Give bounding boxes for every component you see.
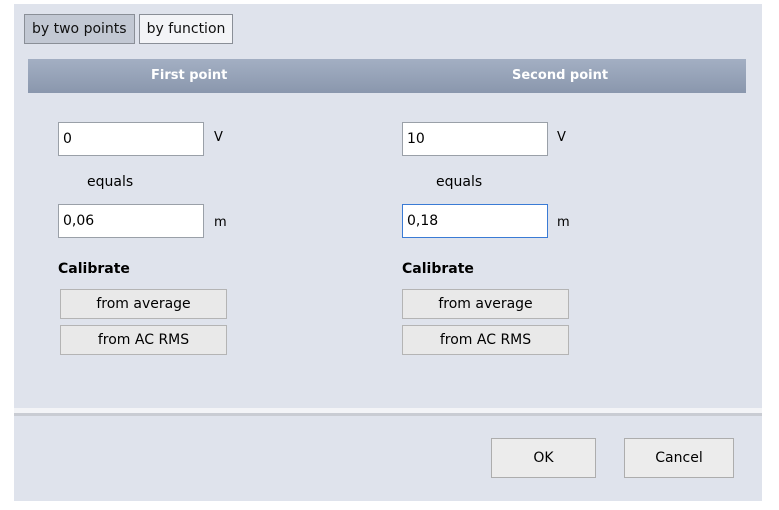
second-point-input-unit: V — [557, 130, 566, 145]
first-point-input-field[interactable] — [58, 122, 204, 156]
second-point-heading: Second point — [512, 68, 609, 83]
first-point-calibrate-label: Calibrate — [58, 261, 130, 277]
calibration-dialog: by two points by function First point Se… — [14, 4, 762, 501]
first-point-input-unit: V — [214, 130, 223, 145]
tab-by-function[interactable]: by function — [138, 14, 234, 44]
ok-button[interactable]: OK — [491, 438, 596, 478]
first-point-from-ac-rms-button[interactable]: from AC RMS — [60, 325, 227, 355]
cancel-button[interactable]: Cancel — [624, 438, 734, 478]
tab-bar: by two points by function — [24, 14, 234, 44]
footer-divider-shadow — [14, 413, 762, 416]
second-point-calibrate-label: Calibrate — [402, 261, 474, 277]
points-header: First point Second point — [28, 59, 746, 93]
first-point-equals-label: equals — [87, 174, 134, 190]
first-point-from-average-button[interactable]: from average — [60, 289, 227, 319]
first-point-output-field[interactable] — [58, 204, 204, 238]
first-point-output-unit: m — [214, 215, 227, 230]
second-point-output-unit: m — [557, 215, 570, 230]
second-point-equals-label: equals — [436, 174, 483, 190]
first-point-heading: First point — [151, 68, 228, 83]
second-point-input-field[interactable] — [402, 122, 548, 156]
second-point-from-average-button[interactable]: from average — [402, 289, 569, 319]
second-point-from-ac-rms-button[interactable]: from AC RMS — [402, 325, 569, 355]
tab-by-two-points[interactable]: by two points — [24, 14, 135, 44]
second-point-output-field[interactable] — [402, 204, 548, 238]
